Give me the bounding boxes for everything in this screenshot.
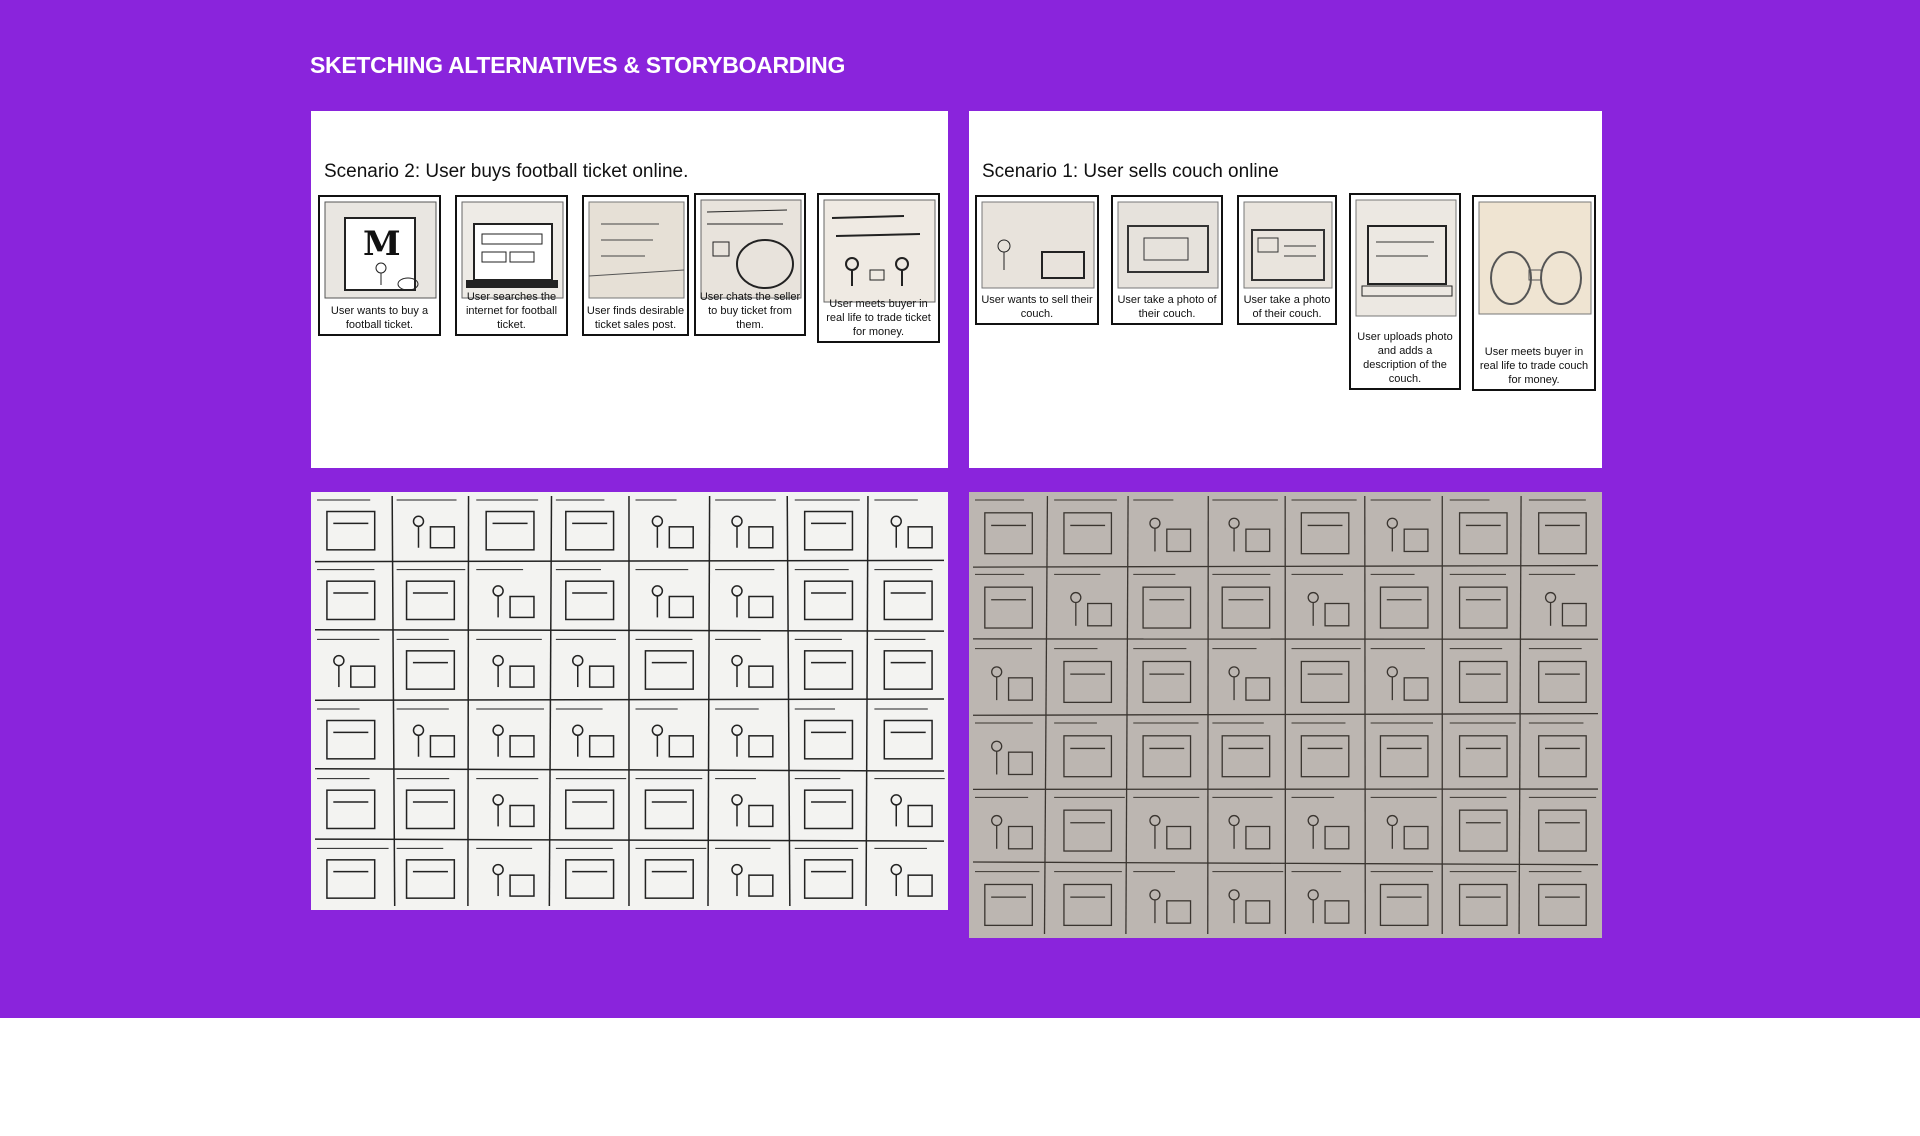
frame-caption: User take a photo of their couch. bbox=[1117, 294, 1217, 320]
scenario-1-title: Scenario 1: User sells couch online bbox=[982, 161, 1279, 182]
storyboard-frame-3: User finds desirable ticket sales post. bbox=[582, 195, 689, 336]
ticket-post-sketch-icon bbox=[588, 201, 685, 299]
purple-background bbox=[0, 0, 1920, 1018]
sketch-photo-icon bbox=[311, 492, 948, 910]
couch-sketch-icon bbox=[981, 201, 1095, 289]
frame-caption: User wants to buy a football ticket. bbox=[330, 305, 429, 331]
sketch-grid-couch-photo bbox=[969, 492, 1602, 938]
frame-caption: User finds desirable ticket sales post. bbox=[586, 305, 685, 331]
frame-caption: User wants to sell their couch. bbox=[981, 294, 1093, 320]
storyboard-frame-3: User take a photo of their couch. bbox=[1237, 195, 1337, 325]
frame-caption: User uploads photo and adds a descriptio… bbox=[1357, 331, 1453, 385]
frame-caption: User meets buyer in real life to trade t… bbox=[826, 298, 931, 338]
svg-text:M: M bbox=[363, 224, 401, 264]
scenario-2-panel: Scenario 2: User buys football ticket on… bbox=[311, 111, 948, 468]
storyboard-frame-4: User uploads photo and adds a descriptio… bbox=[1349, 193, 1461, 390]
upload-photo-sketch-icon bbox=[1243, 201, 1333, 289]
storyboard-frame-5: User meets buyer in real life to trade t… bbox=[817, 193, 940, 343]
frame-caption: User meets buyer in real life to trade c… bbox=[1479, 346, 1589, 386]
phone-photo-sketch-icon bbox=[1117, 201, 1219, 289]
laptop-search-sketch-icon bbox=[461, 201, 564, 299]
sketch-grid-football-photo bbox=[311, 492, 948, 910]
storyboard-frame-1: User wants to sell their couch. bbox=[975, 195, 1099, 325]
meetup-sketch-icon bbox=[823, 199, 936, 303]
scenario-1-panel: Scenario 1: User sells couch online User… bbox=[969, 111, 1602, 468]
scenario-2-title: Scenario 2: User buys football ticket on… bbox=[324, 161, 689, 182]
storyboard-frame-2: User searches the internet for football … bbox=[455, 195, 568, 336]
storyboard-frame-4: User chats the seller to buy ticket from… bbox=[694, 193, 806, 336]
meetup-couch-sketch-icon bbox=[1478, 201, 1592, 315]
frame-caption: User searches the internet for football … bbox=[465, 291, 558, 331]
laptop-upload-sketch-icon bbox=[1355, 199, 1457, 317]
football-logo-sketch-icon: M bbox=[324, 201, 437, 299]
chat-sketch-icon bbox=[700, 199, 802, 299]
frame-caption: User chats the seller to buy ticket from… bbox=[699, 291, 801, 331]
page-heading: SKETCHING ALTERNATIVES & STORYBOARDING bbox=[310, 52, 846, 78]
storyboard-frame-2: User take a photo of their couch. bbox=[1111, 195, 1223, 325]
frame-caption: User take a photo of their couch. bbox=[1243, 294, 1331, 320]
storyboard-frame-5: User meets buyer in real life to trade c… bbox=[1472, 195, 1596, 391]
sketch-photo-icon bbox=[969, 492, 1602, 938]
storyboard-frame-1: M User wants to buy a football ticket. bbox=[318, 195, 441, 336]
